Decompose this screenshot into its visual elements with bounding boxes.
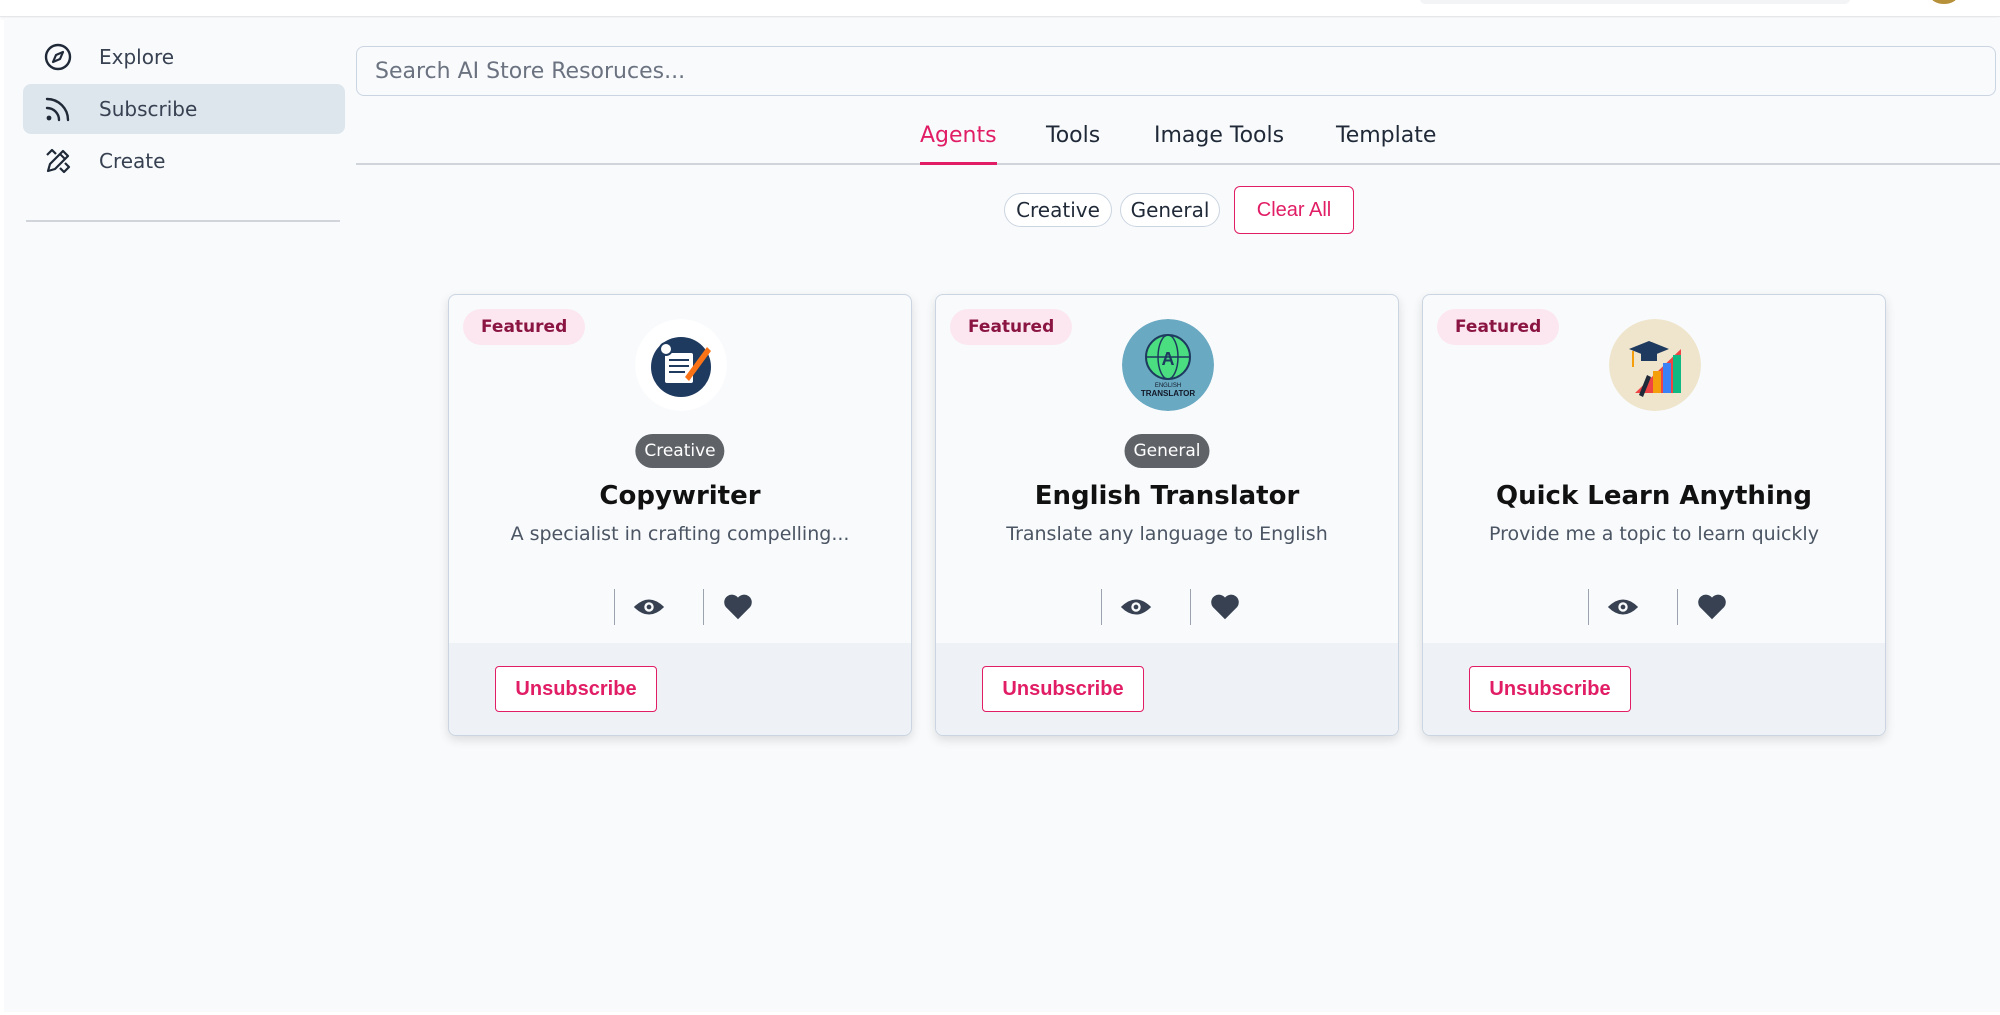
- eye-icon[interactable]: [1118, 591, 1154, 623]
- sidebar-item-label: Subscribe: [99, 97, 198, 121]
- filter-chip-creative[interactable]: Creative: [1004, 193, 1112, 227]
- tab-bar: Agents Tools Image Tools Template: [356, 113, 2000, 165]
- logo-text: TRANSLATOR: [1141, 389, 1196, 398]
- sidebar: Explore Subscribe Create: [4, 18, 356, 1012]
- sidebar-item-explore[interactable]: Explore: [23, 32, 345, 82]
- eye-icon[interactable]: [1605, 591, 1641, 623]
- top-bar: [0, 0, 2000, 17]
- featured-badge: Featured: [1437, 309, 1560, 345]
- agent-card-copywriter[interactable]: Featured Creative Copywriter A specialis…: [448, 294, 912, 736]
- compass-icon: [44, 43, 72, 71]
- graduation-chart-logo: [1609, 319, 1701, 411]
- card-title: Quick Learn Anything: [1496, 481, 1812, 511]
- divider: [1588, 589, 1589, 625]
- category-badge: General: [1124, 434, 1210, 468]
- card-footer: Unsubscribe: [1423, 643, 1885, 735]
- card-description: Translate any language to English: [1006, 523, 1328, 545]
- agent-card-quick-learn-anything[interactable]: Featured Quick Learn Anything Provide me…: [1422, 294, 1886, 736]
- sidebar-item-label: Create: [99, 149, 166, 173]
- heart-icon[interactable]: [720, 591, 756, 623]
- card-description: Provide me a topic to learn quickly: [1489, 523, 1819, 545]
- tab-tools[interactable]: Tools: [1046, 123, 1100, 159]
- card-footer: Unsubscribe: [936, 643, 1398, 735]
- featured-badge: Featured: [463, 309, 586, 345]
- copywriter-logo: [635, 319, 727, 411]
- english-translator-logo: A ENGLISH TRANSLATOR: [1122, 319, 1214, 411]
- heart-icon[interactable]: [1694, 591, 1730, 623]
- main-content: Agents Tools Image Tools Template Creati…: [356, 18, 2000, 1012]
- divider: [1101, 589, 1102, 625]
- unsubscribe-button[interactable]: Unsubscribe: [495, 666, 657, 712]
- filter-chip-general[interactable]: General: [1120, 193, 1220, 227]
- search-bar: [356, 46, 1996, 96]
- svg-text:A: A: [1162, 349, 1175, 369]
- featured-badge: Featured: [950, 309, 1073, 345]
- sidebar-item-subscribe[interactable]: Subscribe: [23, 84, 345, 134]
- sidebar-item-label: Explore: [99, 45, 175, 69]
- sidebar-divider: [26, 220, 340, 222]
- search-input[interactable]: [357, 47, 1995, 95]
- divider: [1677, 589, 1678, 625]
- tab-agents[interactable]: Agents: [920, 123, 997, 165]
- card-title: English Translator: [1034, 481, 1300, 511]
- unsubscribe-button[interactable]: Unsubscribe: [982, 666, 1144, 712]
- clear-all-button[interactable]: Clear All: [1234, 186, 1354, 234]
- top-bar-search-peek[interactable]: [1420, 0, 1850, 4]
- card-description: A specialist in crafting compelling...: [510, 523, 850, 545]
- divider: [1190, 589, 1191, 625]
- eye-icon[interactable]: [631, 591, 667, 623]
- divider: [614, 589, 615, 625]
- pencil-ruler-icon: [46, 148, 71, 174]
- heart-icon[interactable]: [1207, 591, 1243, 623]
- category-badge: Creative: [635, 434, 725, 468]
- sidebar-item-create[interactable]: Create: [23, 136, 345, 186]
- agent-card-english-translator[interactable]: Featured A ENGLISH TRANSLATOR General En…: [935, 294, 1399, 736]
- unsubscribe-button[interactable]: Unsubscribe: [1469, 666, 1631, 712]
- tab-image-tools[interactable]: Image Tools: [1154, 123, 1284, 159]
- tab-template[interactable]: Template: [1336, 123, 1436, 159]
- avatar[interactable]: [1930, 0, 1958, 4]
- divider: [703, 589, 704, 625]
- rss-icon: [45, 97, 70, 122]
- card-footer: Unsubscribe: [449, 643, 911, 735]
- card-title: Copywriter: [599, 481, 761, 511]
